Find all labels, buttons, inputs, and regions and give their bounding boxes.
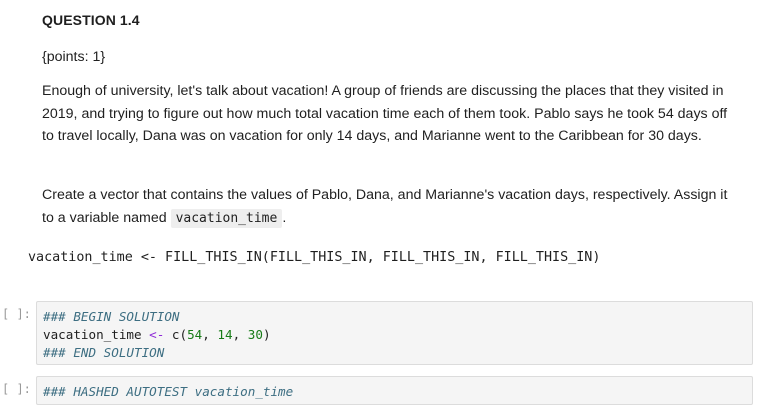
- points-text: {points: 1}: [42, 49, 106, 65]
- code-close-paren: ): [262, 327, 271, 342]
- autotest-comment: ### HASHED AUTOTEST vacation_time: [43, 384, 294, 399]
- code-function: c(: [164, 327, 188, 342]
- end-solution-comment: ### END SOLUTION: [43, 345, 165, 360]
- code-number: 54: [187, 327, 203, 342]
- task-period: .: [282, 209, 287, 226]
- code-number: 30: [247, 327, 263, 342]
- begin-solution-comment: ### BEGIN SOLUTION: [43, 309, 180, 324]
- solution-code-cell[interactable]: ### BEGIN SOLUTION vacation_time <- c(54,…: [36, 301, 753, 365]
- question-heading: QUESTION 1.4: [42, 12, 140, 28]
- code-separator: ,: [202, 327, 218, 342]
- question-story: Enough of university, let's talk about v…: [42, 83, 728, 145]
- assign-operator: <-: [149, 327, 165, 342]
- code-separator: ,: [232, 327, 248, 342]
- task-text: Create a vector that contains the values…: [42, 187, 728, 226]
- code-line: vacation_time <- c(54, 14, 30): [43, 326, 746, 344]
- code-number: 14: [217, 327, 233, 342]
- cell-prompt: [ ]:: [2, 307, 31, 321]
- code-variable: vacation_time: [43, 327, 150, 342]
- question-task: Create a vector that contains the values…: [42, 184, 742, 230]
- inline-code-variable: vacation_time: [170, 208, 283, 228]
- cell-prompt: [ ]:: [2, 382, 31, 396]
- autotest-code-cell[interactable]: ### HASHED AUTOTEST vacation_time: [36, 376, 753, 405]
- template-code: vacation_time <- FILL_THIS_IN(FILL_THIS_…: [28, 250, 601, 265]
